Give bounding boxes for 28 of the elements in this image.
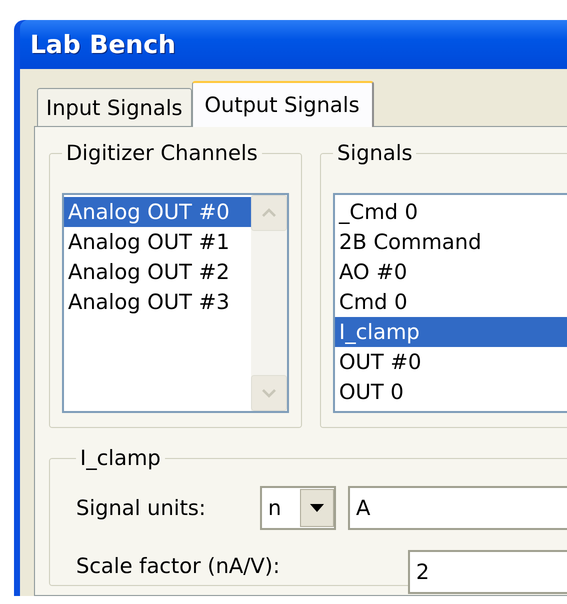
tab[interactable]: Output Signals xyxy=(192,81,374,127)
scale-factor-field[interactable]: 2 xyxy=(408,550,567,594)
list-item[interactable]: I_clamp xyxy=(335,317,567,347)
list-item[interactable]: Analog OUT #1 xyxy=(64,227,252,257)
chevron-up-icon xyxy=(261,208,278,218)
list-item[interactable]: Analog OUT #2 xyxy=(64,257,252,287)
list-item[interactable]: Analog OUT #0 xyxy=(64,197,252,227)
list-item[interactable]: Cmd 0 xyxy=(335,287,567,317)
field-label: Scale factor (nA/V): xyxy=(76,554,280,578)
chevron-down-icon xyxy=(261,388,278,398)
units-field[interactable]: A xyxy=(348,486,567,530)
scrollbar[interactable] xyxy=(251,195,288,411)
group-label: I_clamp xyxy=(79,446,162,470)
prefix-dropdown[interactable]: n xyxy=(260,486,336,530)
list-item[interactable]: AO #0 xyxy=(335,257,567,287)
tab[interactable]: Input Signals xyxy=(37,88,192,126)
group-label: Signals xyxy=(336,141,414,165)
list-item[interactable]: _Cmd 0 xyxy=(335,197,567,227)
list-item[interactable]: OUT #0 xyxy=(335,347,567,377)
list-item[interactable]: OUT 0 xyxy=(335,377,567,407)
field-label: Signal units: xyxy=(76,496,207,520)
scroll-down-button[interactable] xyxy=(251,375,288,411)
dropdown-arrow-icon xyxy=(310,504,324,512)
window-title: Lab Bench xyxy=(30,30,176,59)
group-label: Digitizer Channels xyxy=(65,141,259,165)
list-item[interactable]: Analog OUT #3 xyxy=(64,287,252,317)
list-item[interactable]: 2B Command xyxy=(335,227,567,257)
scroll-up-button[interactable] xyxy=(251,195,288,231)
